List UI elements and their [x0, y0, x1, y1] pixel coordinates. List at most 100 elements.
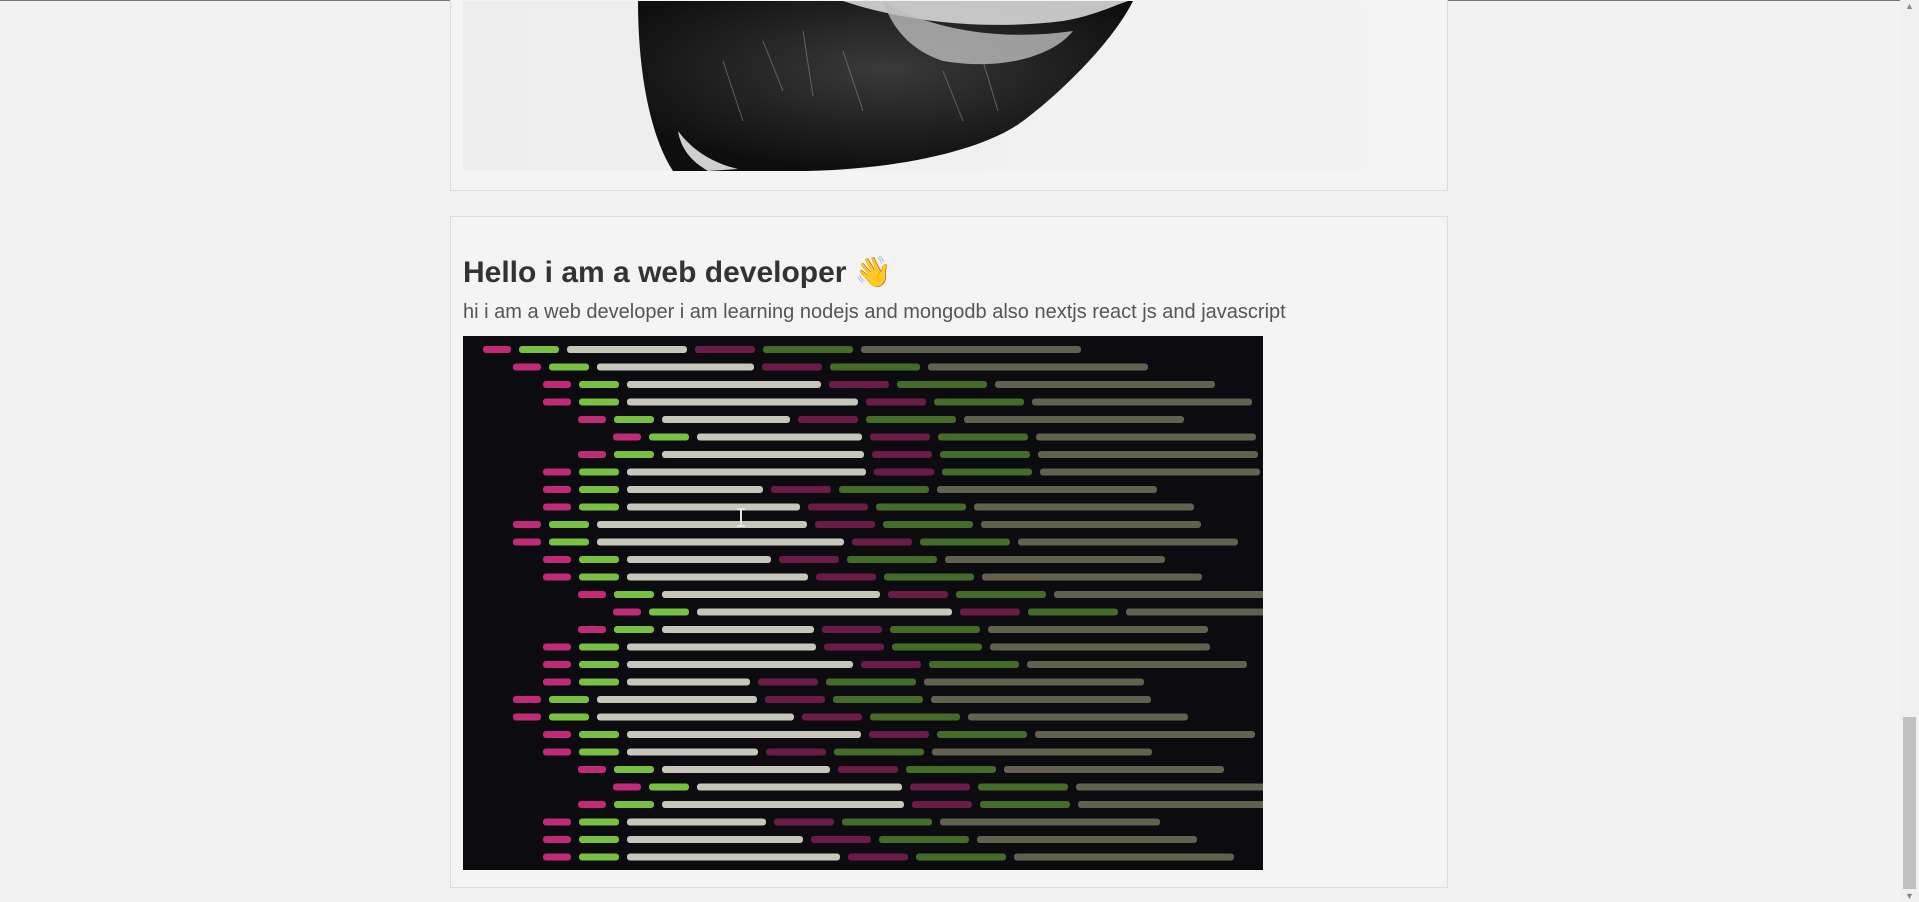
code-line-segment: [597, 521, 807, 528]
code-line-segment: [549, 538, 589, 546]
code-line-segment: [697, 783, 902, 791]
code-line-segment: [1078, 801, 1263, 808]
code-line-segment: [892, 643, 982, 651]
code-line-segment: [543, 731, 571, 738]
scroll-up-arrow-icon[interactable]: ▲: [1900, 0, 1919, 12]
code-line-segment: [826, 678, 916, 686]
code-line-segment: [695, 346, 755, 353]
code-line-segment: [579, 381, 619, 388]
code-line-segment: [990, 643, 1210, 651]
waving-hand-emoji: 👋: [854, 256, 893, 289]
code-line-segment: [579, 853, 619, 861]
code-line-segment: [543, 643, 571, 651]
code-line-segment: [543, 468, 571, 476]
code-line-segment: [662, 591, 880, 598]
code-line-segment: [852, 538, 912, 546]
code-line-segment: [513, 363, 541, 371]
code-line-segment: [842, 818, 932, 826]
code-line-segment: [627, 748, 758, 756]
code-line-segment: [964, 416, 1184, 423]
post-title: Hello i am a web developer 👋: [463, 255, 892, 290]
post-image-code: [463, 336, 1263, 870]
code-line-segment: [613, 608, 641, 616]
code-line-segment: [1028, 608, 1118, 616]
code-line-segment: [627, 678, 750, 686]
code-line-segment: [627, 573, 808, 581]
code-line-segment: [579, 678, 619, 686]
code-line-segment: [597, 713, 794, 721]
code-line-segment: [627, 503, 800, 511]
code-line-segment: [543, 556, 571, 563]
code-line-segment: [627, 661, 853, 668]
code-line-segment: [627, 643, 816, 651]
code-line-segment: [906, 766, 996, 773]
code-line-segment: [614, 766, 654, 773]
code-line-segment: [627, 556, 771, 563]
code-line-segment: [779, 556, 839, 563]
code-line-segment: [597, 363, 754, 371]
code-line-segment: [627, 486, 763, 493]
scrollbar-thumb[interactable]: [1903, 717, 1916, 889]
code-line-segment: [890, 626, 980, 633]
code-line-segment: [567, 346, 687, 353]
code-line-segment: [937, 486, 1157, 493]
code-line-segment: [549, 696, 589, 703]
code-line-segment: [977, 836, 1197, 843]
code-line-segment: [879, 836, 969, 843]
code-line-segment: [627, 381, 821, 388]
code-line-segment: [912, 801, 972, 808]
code-line-segment: [614, 626, 654, 633]
code-line-segment: [1004, 766, 1224, 773]
code-line-segment: [910, 783, 970, 791]
post-card: Hello i am a web developer 👋 hi i am a w…: [450, 216, 1448, 888]
code-line-segment: [937, 731, 1027, 738]
code-line-segment: [627, 853, 840, 861]
code-line-segment: [627, 398, 858, 406]
code-line-segment: [613, 783, 641, 791]
code-line-segment: [549, 363, 589, 371]
code-line-segment: [513, 713, 541, 721]
code-line-segment: [513, 538, 541, 546]
code-line-segment: [928, 363, 1148, 371]
code-line-segment: [549, 713, 589, 721]
code-line-segment: [811, 836, 871, 843]
code-line-segment: [872, 451, 932, 458]
scroll-down-arrow-icon[interactable]: ▼: [1900, 890, 1919, 902]
code-line-segment: [579, 486, 619, 493]
code-line-segment: [662, 626, 814, 633]
code-line-segment: [968, 713, 1188, 721]
code-line-segment: [808, 503, 868, 511]
code-line-segment: [662, 766, 830, 773]
code-line-segment: [829, 381, 889, 388]
vertical-scrollbar[interactable]: ▲ ▼: [1900, 0, 1919, 902]
code-line-segment: [1076, 783, 1263, 791]
code-line-segment: [579, 836, 619, 843]
code-line-segment: [662, 801, 904, 808]
code-line-segment: [1018, 538, 1238, 546]
code-line-segment: [627, 818, 766, 826]
code-line-segment: [938, 433, 1028, 441]
post-card: [450, 0, 1448, 191]
code-line-segment: [884, 573, 974, 581]
code-line-segment: [543, 661, 571, 668]
code-line-segment: [578, 591, 606, 598]
code-line-segment: [579, 731, 619, 738]
code-line-segment: [758, 678, 818, 686]
code-line-segment: [543, 853, 571, 861]
code-line-segment: [513, 696, 541, 703]
code-line-segment: [549, 521, 589, 528]
code-line-segment: [838, 766, 898, 773]
post-description: hi i am a web developer i am learning no…: [463, 301, 1286, 323]
code-line-segment: [763, 346, 853, 353]
code-line-segment: [1036, 433, 1256, 441]
code-line-segment: [765, 696, 825, 703]
code-line-segment: [614, 591, 654, 598]
code-line-segment: [1032, 398, 1252, 406]
code-line-segment: [579, 643, 619, 651]
code-line-segment: [932, 748, 1152, 756]
code-line-segment: [883, 521, 973, 528]
code-line-segment: [766, 748, 826, 756]
code-line-segment: [579, 573, 619, 581]
code-line-segment: [848, 853, 908, 861]
code-line-segment: [543, 818, 571, 826]
